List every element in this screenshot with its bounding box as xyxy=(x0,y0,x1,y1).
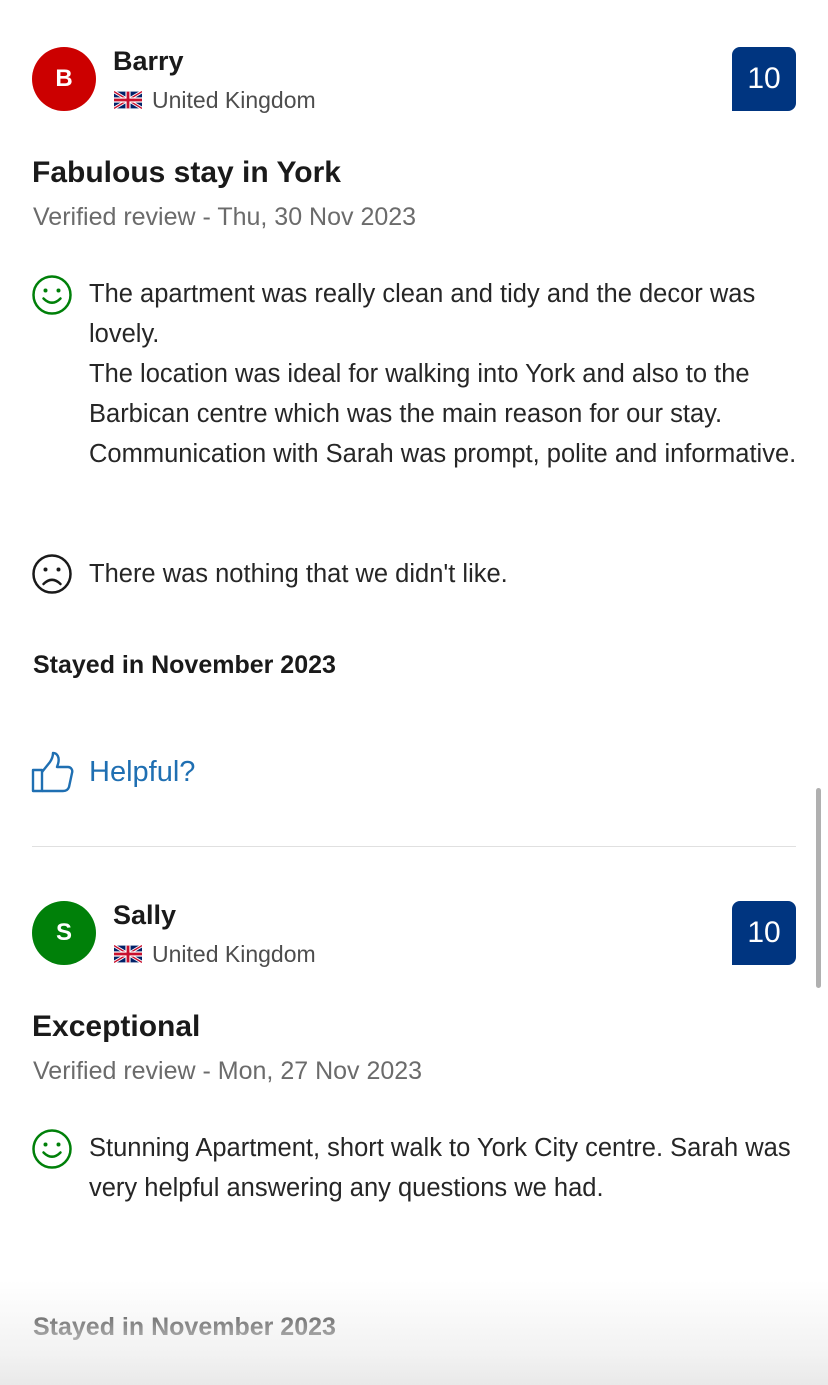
uk-flag-icon xyxy=(114,91,142,109)
review-title: Exceptional xyxy=(32,1010,201,1043)
review-liked-text: The apartment was really clean and tidy … xyxy=(89,280,797,468)
stay-date: Stayed in November 2023 xyxy=(33,1313,336,1341)
review-score-badge: 10 xyxy=(732,901,796,965)
country-name: United Kingdom xyxy=(152,941,316,967)
avatar-letter: S xyxy=(55,919,72,946)
helpful-label: Helpful? xyxy=(89,755,196,788)
reviewer-name: Barry xyxy=(113,46,184,76)
stay-date: Stayed in November 2023 xyxy=(33,651,336,679)
review-score: 10 xyxy=(747,916,781,949)
review-liked-text: Stunning Apartment, short walk to York C… xyxy=(89,1134,791,1202)
thumbs-up-icon xyxy=(31,751,74,793)
uk-flag-icon xyxy=(114,945,142,963)
review-score: 10 xyxy=(747,62,781,95)
country-name: United Kingdom xyxy=(152,87,316,113)
avatar: B xyxy=(32,47,96,111)
smile-icon xyxy=(32,275,72,315)
reviewer-country: United Kingdom xyxy=(114,940,316,968)
review-score-badge: 10 xyxy=(732,47,796,111)
reviewer-name: Sally xyxy=(113,900,177,930)
helpful-button[interactable]: Helpful? xyxy=(31,750,195,794)
review-disliked-text: There was nothing that we didn't like. xyxy=(89,560,508,588)
avatar-letter: B xyxy=(55,65,73,92)
avatar: S xyxy=(32,901,96,965)
frown-icon xyxy=(32,554,72,594)
reviewer-country: United Kingdom xyxy=(114,86,316,114)
review-divider xyxy=(32,846,796,847)
scrollbar[interactable] xyxy=(816,788,821,988)
smile-icon xyxy=(32,1129,72,1169)
review-title: Fabulous stay in York xyxy=(32,156,341,189)
review-date: Verified review - Mon, 27 Nov 2023 xyxy=(33,1057,423,1085)
review-date: Verified review - Thu, 30 Nov 2023 xyxy=(33,203,417,231)
